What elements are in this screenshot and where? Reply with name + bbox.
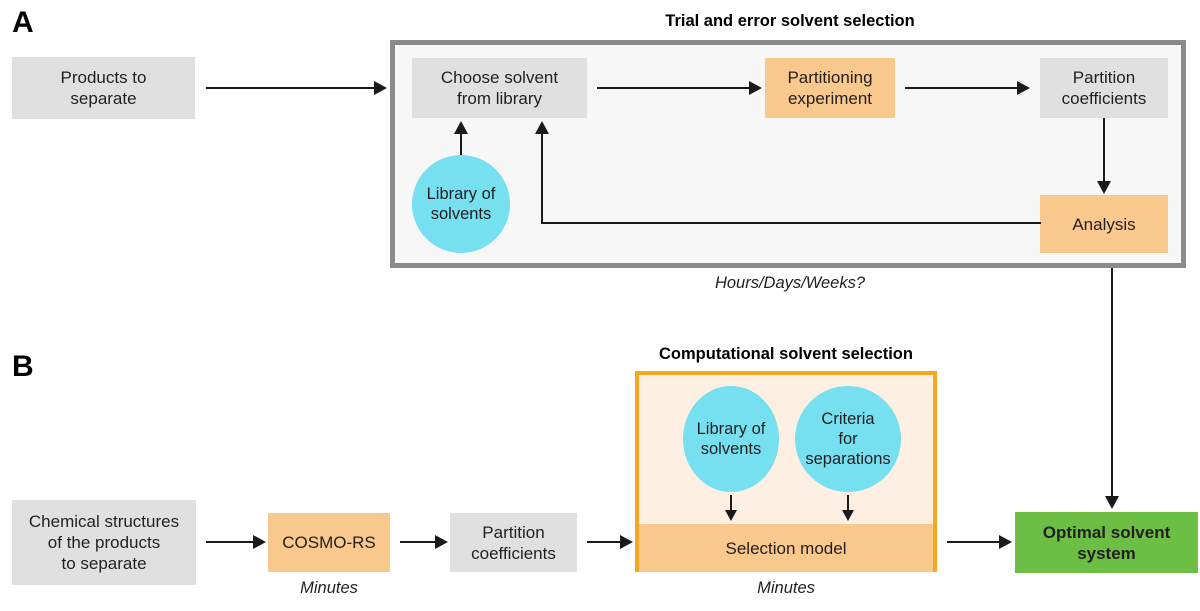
panel-b-title: Computational solvent selection: [659, 345, 913, 363]
node-cosmo-rs: COSMO-RS: [268, 513, 390, 572]
connector-choose-to-partitioning-arrowhead: [749, 81, 762, 95]
connector-computational-to-optimal-line: [947, 541, 999, 543]
node-selection-model: Selection model: [639, 524, 933, 572]
connector-analysis-to-optimal-line: [1111, 268, 1113, 498]
connector-coefficients-to-analysis-arrowhead: [1097, 181, 1111, 194]
panel-b-computational-frame: Selection model: [635, 371, 937, 572]
connector-partitioning-to-coefficients-arrowhead: [1017, 81, 1030, 95]
node-products-to-separate: Products to separate: [12, 57, 195, 119]
node-optimal-solvent-system: Optimal solvent system: [1015, 512, 1198, 573]
connector-coefficients-to-computational-arrowhead: [620, 535, 633, 549]
panel-a-caption: Hours/Days/Weeks?: [714, 274, 866, 292]
caption-cosmo-minutes: Minutes: [300, 579, 358, 597]
connector-partitioning-to-coefficients-line: [905, 87, 1017, 89]
node-library-of-solvents-b: Library of solvents: [683, 386, 779, 492]
node-analysis: Analysis: [1040, 195, 1168, 253]
connector-products-to-choose-line: [206, 87, 374, 89]
panel-letter-b: B: [12, 350, 34, 383]
connector-analysis-feedback-horizontal: [541, 222, 1041, 224]
panel-letter-a: A: [12, 6, 34, 39]
connector-structures-to-cosmo-arrowhead: [253, 535, 266, 549]
connector-analysis-feedback-vertical: [541, 133, 543, 224]
connector-choose-to-partitioning-line: [597, 87, 749, 89]
connector-library-to-selection-arrowhead: [725, 510, 737, 521]
connector-analysis-feedback-arrowhead: [535, 121, 549, 134]
caption-computational-minutes: Minutes: [757, 579, 815, 597]
node-choose-solvent-from-library: Choose solvent from library: [412, 58, 587, 118]
connector-criteria-to-selection-line: [847, 495, 849, 511]
connector-products-to-choose-arrowhead: [374, 81, 387, 95]
node-partition-coefficients-a: Partition coefficients: [1040, 58, 1168, 118]
connector-coefficients-to-analysis-line: [1103, 118, 1105, 182]
connector-cosmo-to-coefficients-line: [400, 541, 435, 543]
node-criteria-for-separations: Criteria for separations: [795, 386, 901, 492]
node-library-of-solvents-a: Library of solvents: [412, 155, 510, 253]
figure-canvas: A Trial and error solvent selection Prod…: [0, 0, 1200, 611]
connector-criteria-to-selection-arrowhead: [842, 510, 854, 521]
connector-coefficients-to-computational-line: [587, 541, 620, 543]
connector-structures-to-cosmo-line: [206, 541, 253, 543]
connector-computational-to-optimal-arrowhead: [999, 535, 1012, 549]
node-chemical-structures: Chemical structures of the products to s…: [12, 500, 196, 585]
panel-a-title: Trial and error solvent selection: [665, 12, 915, 30]
node-partitioning-experiment: Partitioning experiment: [765, 58, 895, 118]
node-partition-coefficients-b: Partition coefficients: [450, 513, 577, 572]
connector-cosmo-to-coefficients-arrowhead: [435, 535, 448, 549]
connector-analysis-to-optimal-arrowhead: [1105, 496, 1119, 509]
connector-library-to-selection-line: [730, 495, 732, 511]
connector-library-to-choose-arrowhead: [454, 121, 468, 134]
